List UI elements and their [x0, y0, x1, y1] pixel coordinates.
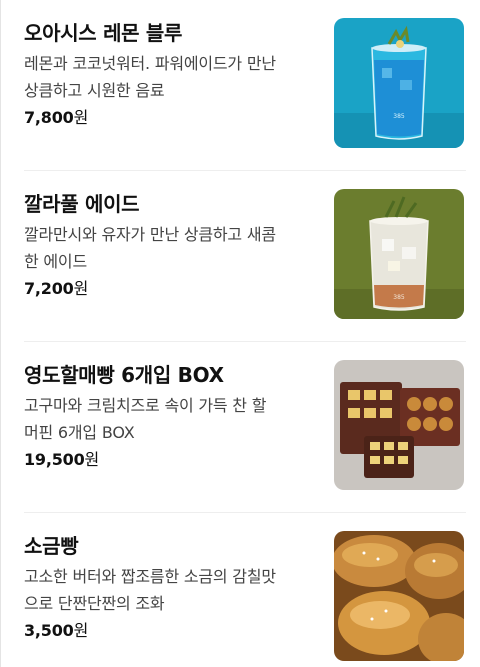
menu-item-text: 영도할매빵 6개입 BOX 고구마와 크림치즈로 속이 가득 찬 할 머핀 6개…	[24, 361, 324, 473]
price-value: 7,800	[24, 108, 74, 127]
menu-item-text: 소금빵 고소한 버터와 짭조름한 소금의 감칠맛 으로 단짠단짠의 조화 3,5…	[24, 532, 324, 644]
menu-item-name: 영도할매빵 6개입 BOX	[24, 363, 224, 387]
menu-item-name: 소금빵	[24, 534, 79, 558]
price-currency: 원	[73, 621, 89, 640]
menu-item-description-line: 상큼하고 시원한 음료	[24, 81, 165, 100]
svg-text:385: 385	[393, 113, 405, 120]
menu-item-photo[interactable]	[334, 531, 464, 661]
menu-item-salt-bread[interactable]: 소금빵 고소한 버터와 짭조름한 소금의 감칠맛 으로 단짠단짠의 조화 3,5…	[24, 513, 466, 667]
price-value: 19,500	[24, 450, 85, 469]
menu-item-description-line: 으로 단짠단짠의 조화	[24, 594, 165, 613]
menu-page: 오아시스 레몬 블루 레몬과 코코넛워터. 파워에이드가 만난 상큼하고 시원한…	[0, 0, 480, 667]
menu-list: 오아시스 레몬 블루 레몬과 코코넛워터. 파워에이드가 만난 상큼하고 시원한…	[24, 0, 466, 667]
blue-lemonade-glass-image: 385	[334, 18, 464, 148]
menu-item-description-line: 깔라만시와 유자가 만난 상큼하고 새콤	[24, 225, 276, 244]
menu-item-photo[interactable]: 385	[334, 18, 464, 148]
price-value: 7,200	[24, 279, 74, 298]
menu-item-price: 7,200원	[24, 276, 324, 302]
menu-item-name: 오아시스 레몬 블루	[24, 21, 183, 45]
menu-item-description-line: 머핀 6개입 BOX	[24, 423, 135, 442]
price-currency: 원	[73, 279, 89, 298]
menu-item-description: 레몬과 코코넛워터. 파워에이드가 만난 상큼하고 시원한 음료	[24, 50, 324, 104]
calamansi-ade-glass-image: 385	[334, 189, 464, 319]
price-value: 3,500	[24, 621, 74, 640]
svg-text:385: 385	[393, 294, 405, 301]
menu-item-price: 3,500원	[24, 618, 324, 644]
menu-item-oasis-lemon-blue[interactable]: 오아시스 레몬 블루 레몬과 코코넛워터. 파워에이드가 만난 상큼하고 시원한…	[24, 0, 466, 171]
menu-item-description: 고구마와 크림치즈로 속이 가득 찬 할 머핀 6개입 BOX	[24, 392, 324, 446]
menu-item-description-line: 고소한 버터와 짭조름한 소금의 감칠맛	[24, 567, 276, 586]
menu-item-text: 깔라풀 에이드 깔라만시와 유자가 만난 상큼하고 새콤 한 에이드 7,200…	[24, 190, 324, 302]
menu-item-description-line: 한 에이드	[24, 252, 87, 271]
menu-item-photo[interactable]	[334, 360, 464, 490]
menu-item-calamansi-ade[interactable]: 깔라풀 에이드 깔라만시와 유자가 만난 상큼하고 새콤 한 에이드 7,200…	[24, 171, 466, 342]
bread-gift-box-image	[334, 360, 464, 490]
menu-item-name: 깔라풀 에이드	[24, 192, 140, 216]
menu-item-price: 19,500원	[24, 447, 324, 473]
price-currency: 원	[73, 108, 89, 127]
menu-item-text: 오아시스 레몬 블루 레몬과 코코넛워터. 파워에이드가 만난 상큼하고 시원한…	[24, 19, 324, 131]
menu-item-price: 7,800원	[24, 105, 324, 131]
price-currency: 원	[84, 450, 100, 469]
menu-item-description-line: 레몬과 코코넛워터. 파워에이드가 만난	[24, 54, 276, 73]
salt-bread-image	[334, 531, 464, 661]
menu-item-description: 고소한 버터와 짭조름한 소금의 감칠맛 으로 단짠단짠의 조화	[24, 563, 324, 617]
menu-item-yeongdo-bread-box[interactable]: 영도할매빵 6개입 BOX 고구마와 크림치즈로 속이 가득 찬 할 머핀 6개…	[24, 342, 466, 513]
menu-item-description: 깔라만시와 유자가 만난 상큼하고 새콤 한 에이드	[24, 221, 324, 275]
menu-item-description-line: 고구마와 크림치즈로 속이 가득 찬 할	[24, 396, 267, 415]
menu-item-photo[interactable]: 385	[334, 189, 464, 319]
